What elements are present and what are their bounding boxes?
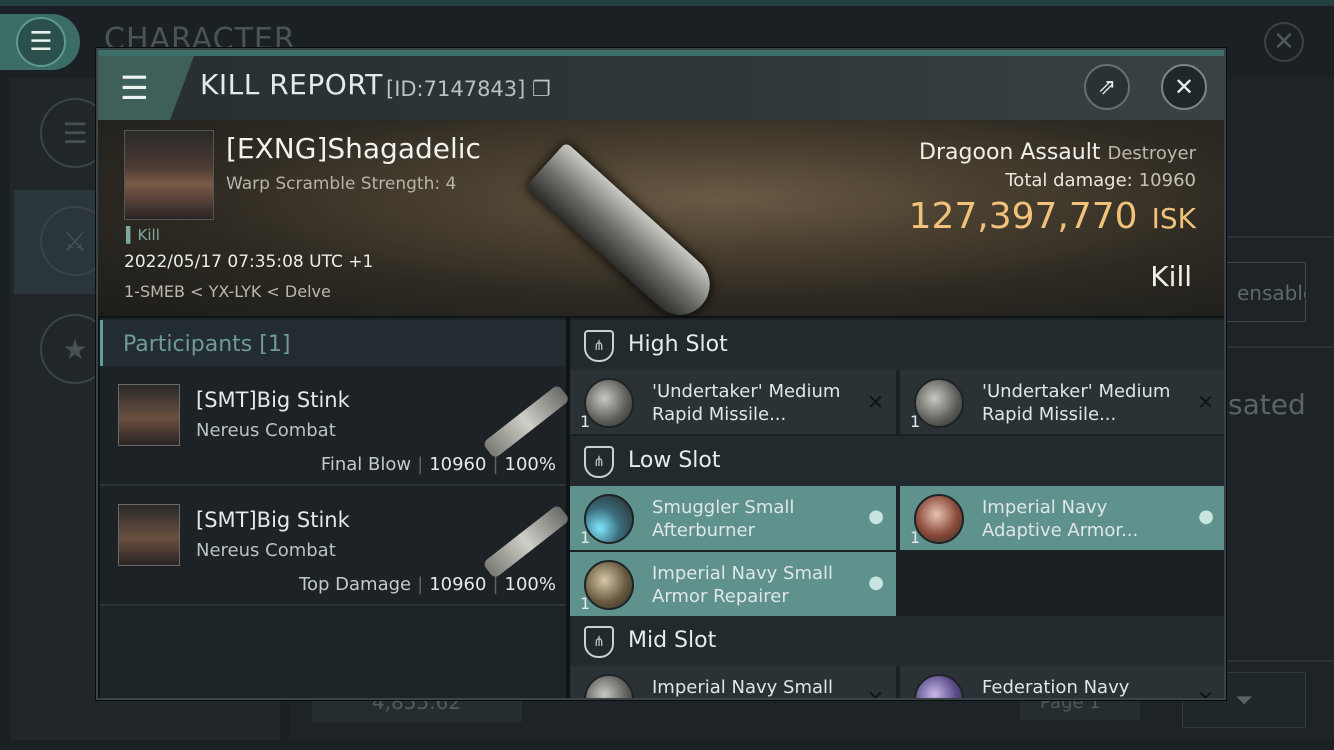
isk-value: 127,397,770 ISK [909,196,1196,237]
person-icon: ● [1198,506,1214,527]
module-icon [914,674,964,698]
item-quantity: 1 [910,412,921,431]
close-icon: ✕ [867,390,884,414]
fitted-item[interactable]: 1 'Undertaker' Medium Rapid Missile... ✕ [900,370,1224,434]
slot-icon: ⋔ [584,330,614,362]
close-button[interactable]: ✕ [1161,64,1207,110]
fitted-item[interactable]: 1 'Undertaker' Medium Rapid Missile... ✕ [570,370,896,434]
ship-name-label: Dragoon Assault [919,140,1101,165]
weapon-icon [482,384,571,459]
ship-class: Destroyer [1107,143,1196,164]
item-quantity: 1 [910,528,921,547]
isk-unit: ISK [1151,202,1196,235]
missile-launcher-icon [914,378,964,428]
total-damage: Total damage: 10960 [1005,170,1196,191]
fitted-item[interactable]: 1 Imperial Navy Small ✕ [570,666,896,700]
menu-icon: ☰ [16,17,66,67]
kill-tag-label: Kill [137,226,160,244]
close-icon: ✕ [1197,686,1214,700]
kill-id[interactable]: [ID:7147843] ❐ [386,77,551,101]
participant-damage: 10960 [429,574,487,595]
mid-slot-header: ⋔ Mid Slot [570,616,1224,666]
kill-location[interactable]: 1-SMEB < YX-LYK < Delve [124,282,331,301]
participant-percent: 100% [504,454,556,475]
participant-name: [SMT]Big Stink [196,508,350,532]
slot-label: Mid Slot [628,628,717,653]
participant-row[interactable]: [SMT]Big Stink Nereus Combat Final Blow |… [100,368,571,486]
slot-icon: ⋔ [584,626,614,658]
participant-ship: Nereus Combat [196,420,336,441]
total-damage-label: Total damage: [1005,170,1133,191]
divider [1226,660,1334,662]
participant-avatar[interactable] [118,384,180,446]
close-icon: ✕ [1197,390,1214,414]
background-close-icon[interactable]: ✕ [1264,22,1304,62]
participant-stats: Top Damage | 10960 | 100% [299,574,556,595]
participant-ship: Nereus Combat [196,540,336,561]
top-bar [0,0,1334,6]
afterburner-icon [584,494,634,544]
close-icon: ✕ [1173,73,1195,101]
item-name: Smuggler Small Afterburner [652,497,795,541]
item-name: Federation Navy [982,677,1130,698]
item-name: 'Undertaker' Medium Rapid Missile... [652,381,841,425]
armor-hardener-icon [914,494,964,544]
item-name: Imperial Navy Small Armor Repairer [652,563,834,607]
participants-header: Participants [1] [100,320,566,366]
slot-icon: ⋔ [584,446,614,478]
participant-stats: Final Blow | 10960 | 100% [320,454,556,475]
participant-role: Final Blow [320,454,412,475]
item-name: 'Undertaker' Medium Rapid Missile... [982,381,1171,425]
weapon-icon [482,504,571,579]
person-icon: ● [868,572,884,593]
menu-icon: ☰ [120,69,149,107]
fitted-item[interactable]: 1 Imperial Navy Small Armor Repairer ● [570,552,896,616]
item-quantity: 1 [580,528,591,547]
divider [1226,346,1334,348]
participants-count: [1] [259,332,291,357]
slot-label: High Slot [628,332,728,357]
divider [1226,236,1334,238]
kill-tag: ▍Kill [126,226,160,244]
armor-repairer-icon [584,560,634,610]
item-name: Imperial Navy Adaptive Armor... [982,497,1139,541]
slot-label: Low Slot [628,448,721,473]
item-name: Imperial Navy Small [652,677,834,698]
participant-damage: 10960 [429,454,487,475]
warp-scramble: Warp Scramble Strength: 4 [226,174,457,194]
close-icon: ✕ [867,686,884,700]
participants-title: Participants [123,332,253,357]
share-button[interactable]: ⇗ [1084,64,1130,110]
background-label: sated [1228,388,1306,421]
victim-avatar[interactable] [124,130,214,220]
main-menu-button[interactable]: ☰ [0,14,80,70]
fitted-item[interactable]: 1 Smuggler Small Afterburner ● [570,486,896,550]
low-slot-header: ⋔ Low Slot [570,436,1224,486]
missile-launcher-icon [584,378,634,428]
kill-report-modal: ☰ KILL REPORT [ID:7147843] ❐ ⇗ ✕ [EXNG]S… [96,48,1226,700]
ship-name: Dragoon Assault Destroyer [919,140,1196,165]
modal-title: KILL REPORT [200,68,383,101]
participant-row[interactable]: [SMT]Big Stink Nereus Combat Top Damage |… [100,488,571,606]
item-quantity: 1 [580,594,591,613]
participant-avatar[interactable] [118,504,180,566]
kill-id-label: [ID:7147843] [386,77,526,101]
module-icon [584,674,634,698]
item-quantity: 1 [580,412,591,431]
background-button[interactable]: ensable [1226,262,1306,322]
fitted-item[interactable]: 1 Imperial Navy Adaptive Armor... ● [900,486,1224,550]
fitted-item[interactable]: 1 Federation Navy ✕ [900,666,1224,700]
high-slot-header: ⋔ High Slot [570,320,1224,370]
result-label: Kill [1150,260,1192,293]
person-icon: ● [868,506,884,527]
victim-name[interactable]: [EXNG]Shagadelic [226,132,481,165]
total-damage-value: 10960 [1138,170,1196,191]
isk-amount: 127,397,770 [908,196,1138,237]
participant-role: Top Damage [299,574,412,595]
participant-percent: 100% [504,574,556,595]
copy-icon[interactable]: ❐ [532,77,551,101]
participant-name: [SMT]Big Stink [196,388,350,412]
kill-datetime: 2022/05/17 07:35:08 UTC +1 [124,252,374,272]
external-link-icon: ⇗ [1097,74,1117,100]
